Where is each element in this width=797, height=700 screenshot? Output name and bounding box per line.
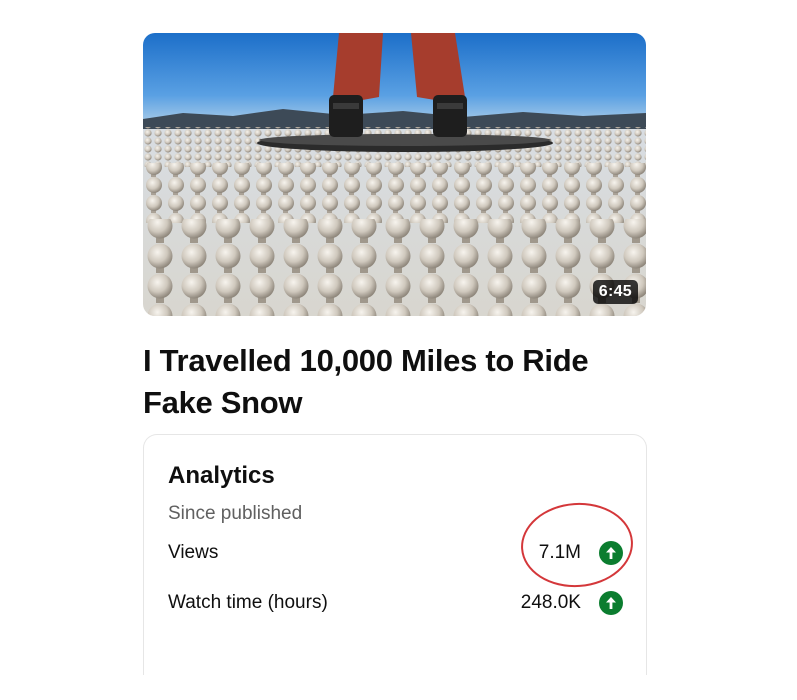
row-label: Watch time (hours)	[168, 592, 328, 613]
video-thumbnail[interactable]: 6:45	[143, 33, 646, 316]
thumbnail-image	[143, 33, 646, 316]
video-title[interactable]: I Travelled 10,000 Miles to Ride Fake Sn…	[143, 340, 653, 424]
analytics-row-watch-time: Watch time (hours) 248.0K	[168, 591, 623, 618]
video-duration-badge: 6:45	[592, 280, 638, 304]
analytics-title: Analytics	[168, 462, 275, 489]
row-value: 248.0K	[520, 592, 581, 613]
analytics-subtitle: Since published	[168, 503, 303, 524]
arrow-up-circle-icon	[599, 591, 623, 615]
row-label: Views	[168, 542, 219, 563]
